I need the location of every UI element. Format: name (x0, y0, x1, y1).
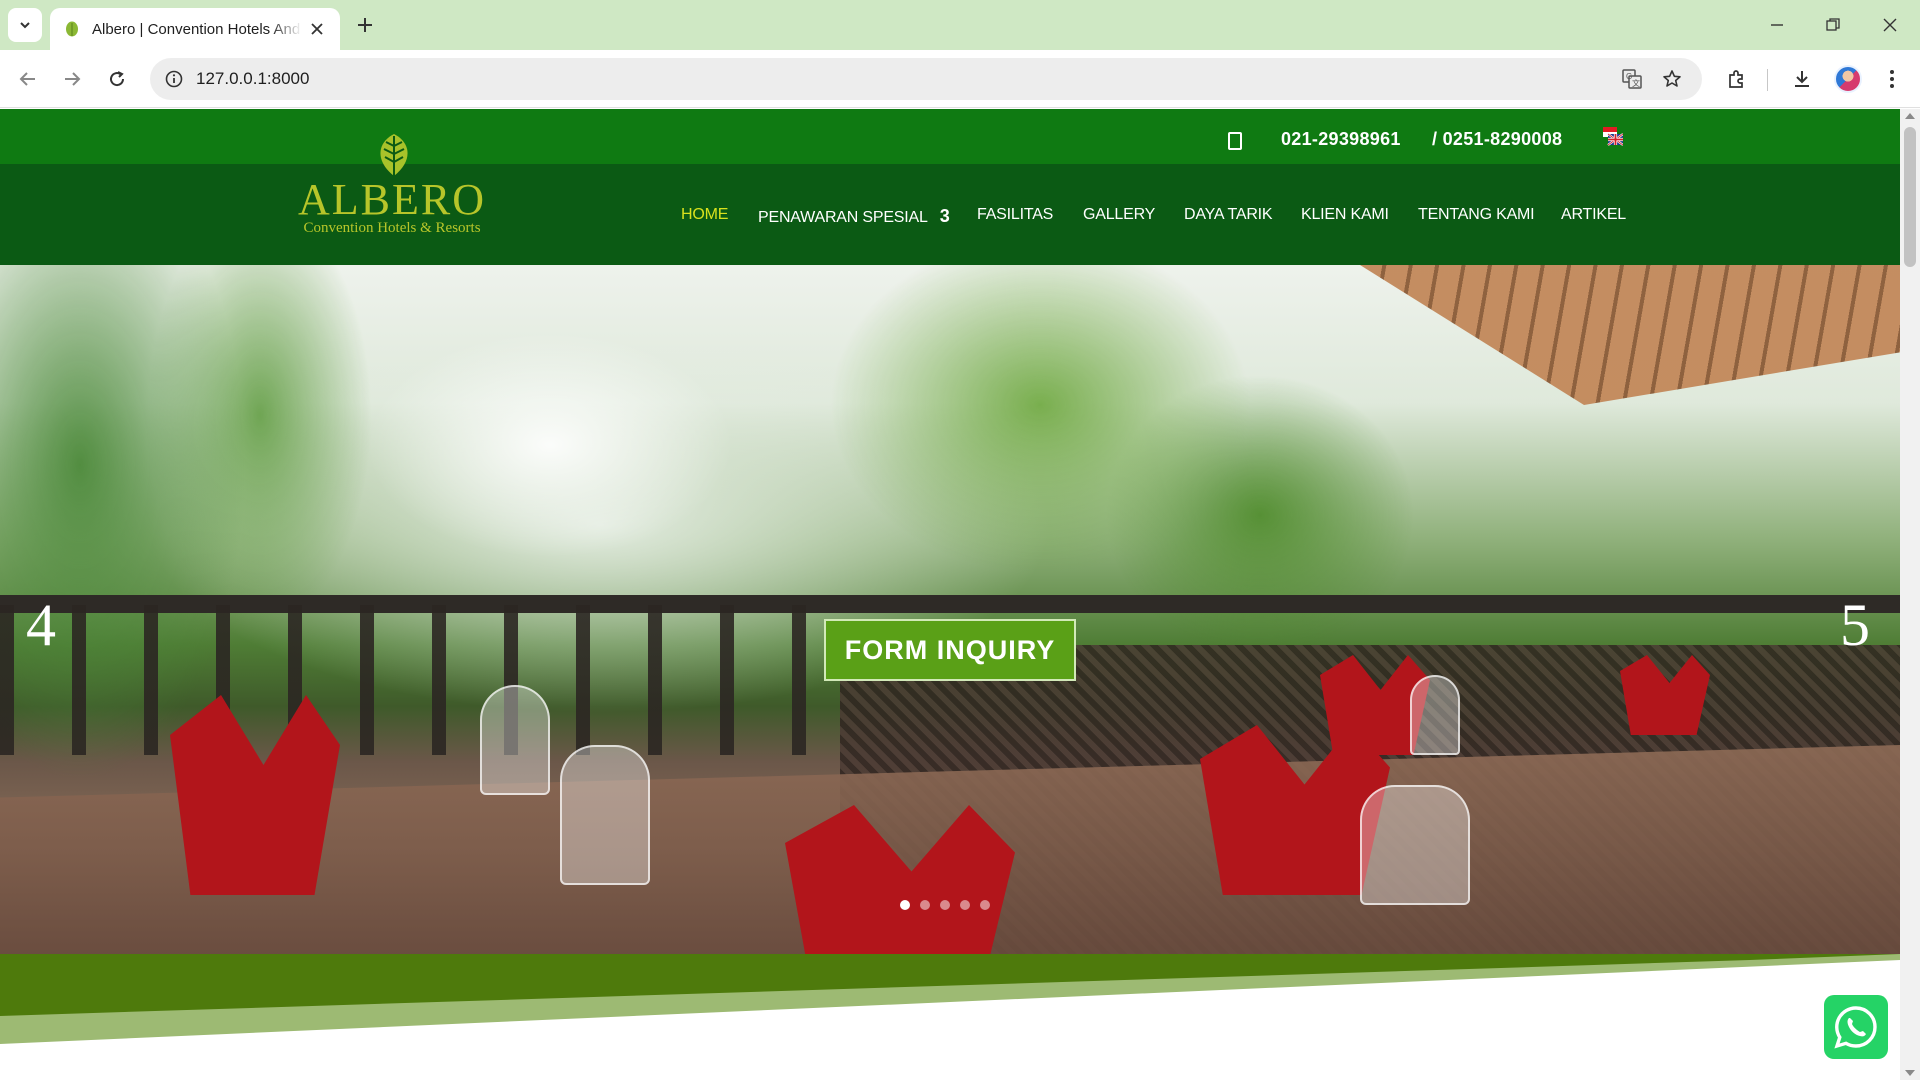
close-icon (311, 23, 323, 35)
menu-item-fasilitas[interactable]: FASILITAS (977, 206, 1053, 224)
site-info-button[interactable] (160, 65, 188, 93)
slider-dot[interactable] (980, 900, 990, 910)
menu-item-tentang-kami[interactable]: TENTANG KAMI (1418, 206, 1535, 224)
downloads-button[interactable] (1786, 63, 1818, 95)
browser-tab-strip: Albero | Convention Hotels And Resorts (0, 0, 1920, 50)
menu-item-daya-tarik[interactable]: DAYA TARIK (1184, 206, 1273, 224)
leaf-logo-icon (380, 134, 408, 178)
arrow-right-icon (65, 72, 81, 86)
dropdown-indicator: 3 (939, 206, 950, 226)
reload-icon (110, 71, 125, 87)
star-icon (1663, 70, 1681, 87)
slider-prev-arrow[interactable]: 4 (26, 595, 56, 655)
page-viewport: 021-29398961 / 0251-8290008 ALBERO Conve… (0, 109, 1920, 1080)
language-flag-icon[interactable] (1603, 127, 1623, 147)
close-window-button[interactable] (1875, 10, 1905, 40)
contact-topbar: 021-29398961 / 0251-8290008 (0, 109, 1900, 164)
logo-name: ALBERO (298, 175, 486, 224)
slider-dots (900, 900, 990, 910)
new-tab-button[interactable] (352, 12, 378, 38)
slider-dot[interactable] (940, 900, 950, 910)
menu-item-gallery[interactable]: GALLERY (1083, 206, 1155, 224)
whatsapp-button[interactable] (1824, 995, 1888, 1059)
page-scrollbar[interactable] (1900, 109, 1920, 1080)
hero-image-railing-posts (0, 605, 860, 755)
arrow-left-icon (19, 72, 35, 86)
toolbar-divider (1767, 69, 1768, 91)
minimize-window-button[interactable] (1762, 10, 1792, 40)
restore-window-button[interactable] (1818, 10, 1848, 40)
info-icon (165, 70, 183, 88)
scroll-up-arrow[interactable] (1905, 113, 1915, 119)
url-text[interactable]: 127.0.0.1:8000 (196, 69, 309, 89)
profile-avatar[interactable] (1834, 65, 1862, 93)
form-inquiry-button[interactable]: FORM INQUIRY (824, 619, 1076, 681)
tab-title: Albero | Convention Hotels And Resorts (92, 20, 302, 38)
bookmark-star-button[interactable] (1658, 65, 1686, 93)
tab-close-button[interactable] (308, 20, 326, 38)
menu-item-label: PENAWARAN SPESIAL (758, 209, 928, 226)
hero-image-roof (1360, 265, 1900, 405)
scroll-down-arrow[interactable] (1905, 1070, 1915, 1076)
hero-image-glass (480, 685, 550, 795)
browser-toolbar: 127.0.0.1:8000 G文 (0, 50, 1920, 108)
download-icon (1795, 71, 1809, 87)
hero-image-glass (1410, 675, 1460, 755)
phone-number-secondary[interactable]: / 0251-8290008 (1432, 129, 1562, 150)
phone-number-primary[interactable]: 021-29398961 (1281, 129, 1401, 150)
puzzle-icon (1729, 70, 1743, 88)
albero-logo[interactable]: ALBERO Convention Hotels & Resorts (292, 132, 492, 242)
tab-search-button[interactable] (8, 8, 42, 42)
close-icon (1883, 18, 1897, 32)
address-bar[interactable]: 127.0.0.1:8000 G文 (150, 58, 1702, 100)
slider-dot[interactable] (900, 900, 910, 910)
hero-image-glass (560, 745, 650, 885)
menu-item-penawaran-spesial[interactable]: PENAWARAN SPESIAL 3 (758, 206, 950, 227)
chevron-down-icon (20, 22, 30, 29)
plus-icon (358, 18, 372, 32)
browser-tab[interactable]: Albero | Convention Hotels And Resorts (50, 8, 340, 50)
section-wave-divider (0, 954, 1900, 1080)
menu-item-home[interactable]: HOME (681, 206, 728, 224)
more-vertical-icon (1890, 70, 1894, 88)
slider-dot[interactable] (960, 900, 970, 910)
hero-slider: 4 5 FORM INQUIRY (0, 265, 1900, 955)
browser-menu-button[interactable] (1876, 63, 1908, 95)
translate-button[interactable]: G文 (1618, 65, 1646, 93)
albero-leaf-favicon-icon (66, 21, 78, 37)
translate-icon: G文 (1622, 69, 1642, 89)
whatsapp-icon (1834, 1006, 1877, 1049)
svg-text:文: 文 (1632, 78, 1640, 88)
phone-icon (1228, 132, 1242, 150)
slider-next-arrow[interactable]: 5 (1840, 595, 1870, 655)
restore-icon (1826, 18, 1840, 31)
main-navbar: ALBERO Convention Hotels & Resorts HOME … (0, 134, 1900, 265)
menu-item-artikel[interactable]: ARTIKEL (1561, 206, 1626, 224)
reload-button[interactable] (101, 63, 133, 95)
logo-tagline: Convention Hotels & Resorts (303, 220, 481, 236)
menu-item-klien-kami[interactable]: KLIEN KAMI (1301, 206, 1389, 224)
forward-button[interactable] (56, 63, 88, 95)
minimize-icon (1771, 24, 1783, 26)
back-button[interactable] (12, 63, 44, 95)
hero-image-glass (1360, 785, 1470, 905)
slider-dot[interactable] (920, 900, 930, 910)
scroll-thumb[interactable] (1904, 127, 1916, 267)
extensions-button[interactable] (1720, 63, 1752, 95)
